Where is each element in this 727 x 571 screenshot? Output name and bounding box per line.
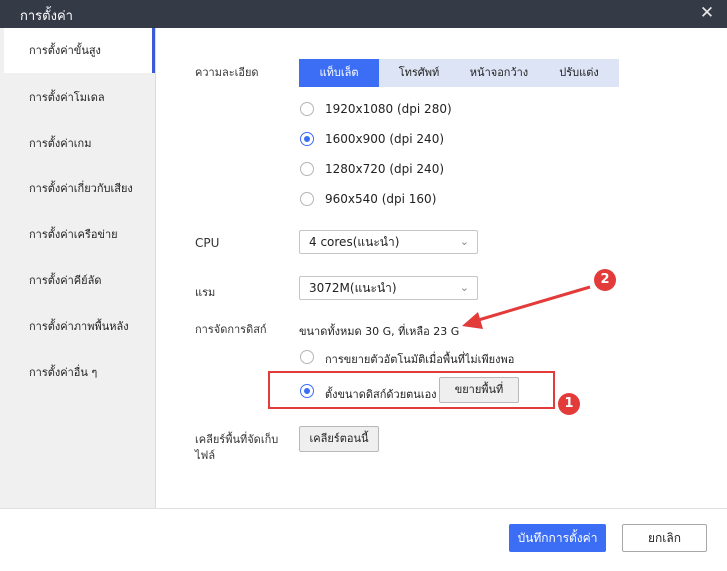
dialog-footer — [0, 508, 727, 571]
cancel-button[interactable]: ยกเลิก — [622, 524, 707, 552]
annotation-arrow — [462, 285, 591, 329]
save-settings-button[interactable]: บันทึกการตั้งค่า — [509, 524, 606, 552]
